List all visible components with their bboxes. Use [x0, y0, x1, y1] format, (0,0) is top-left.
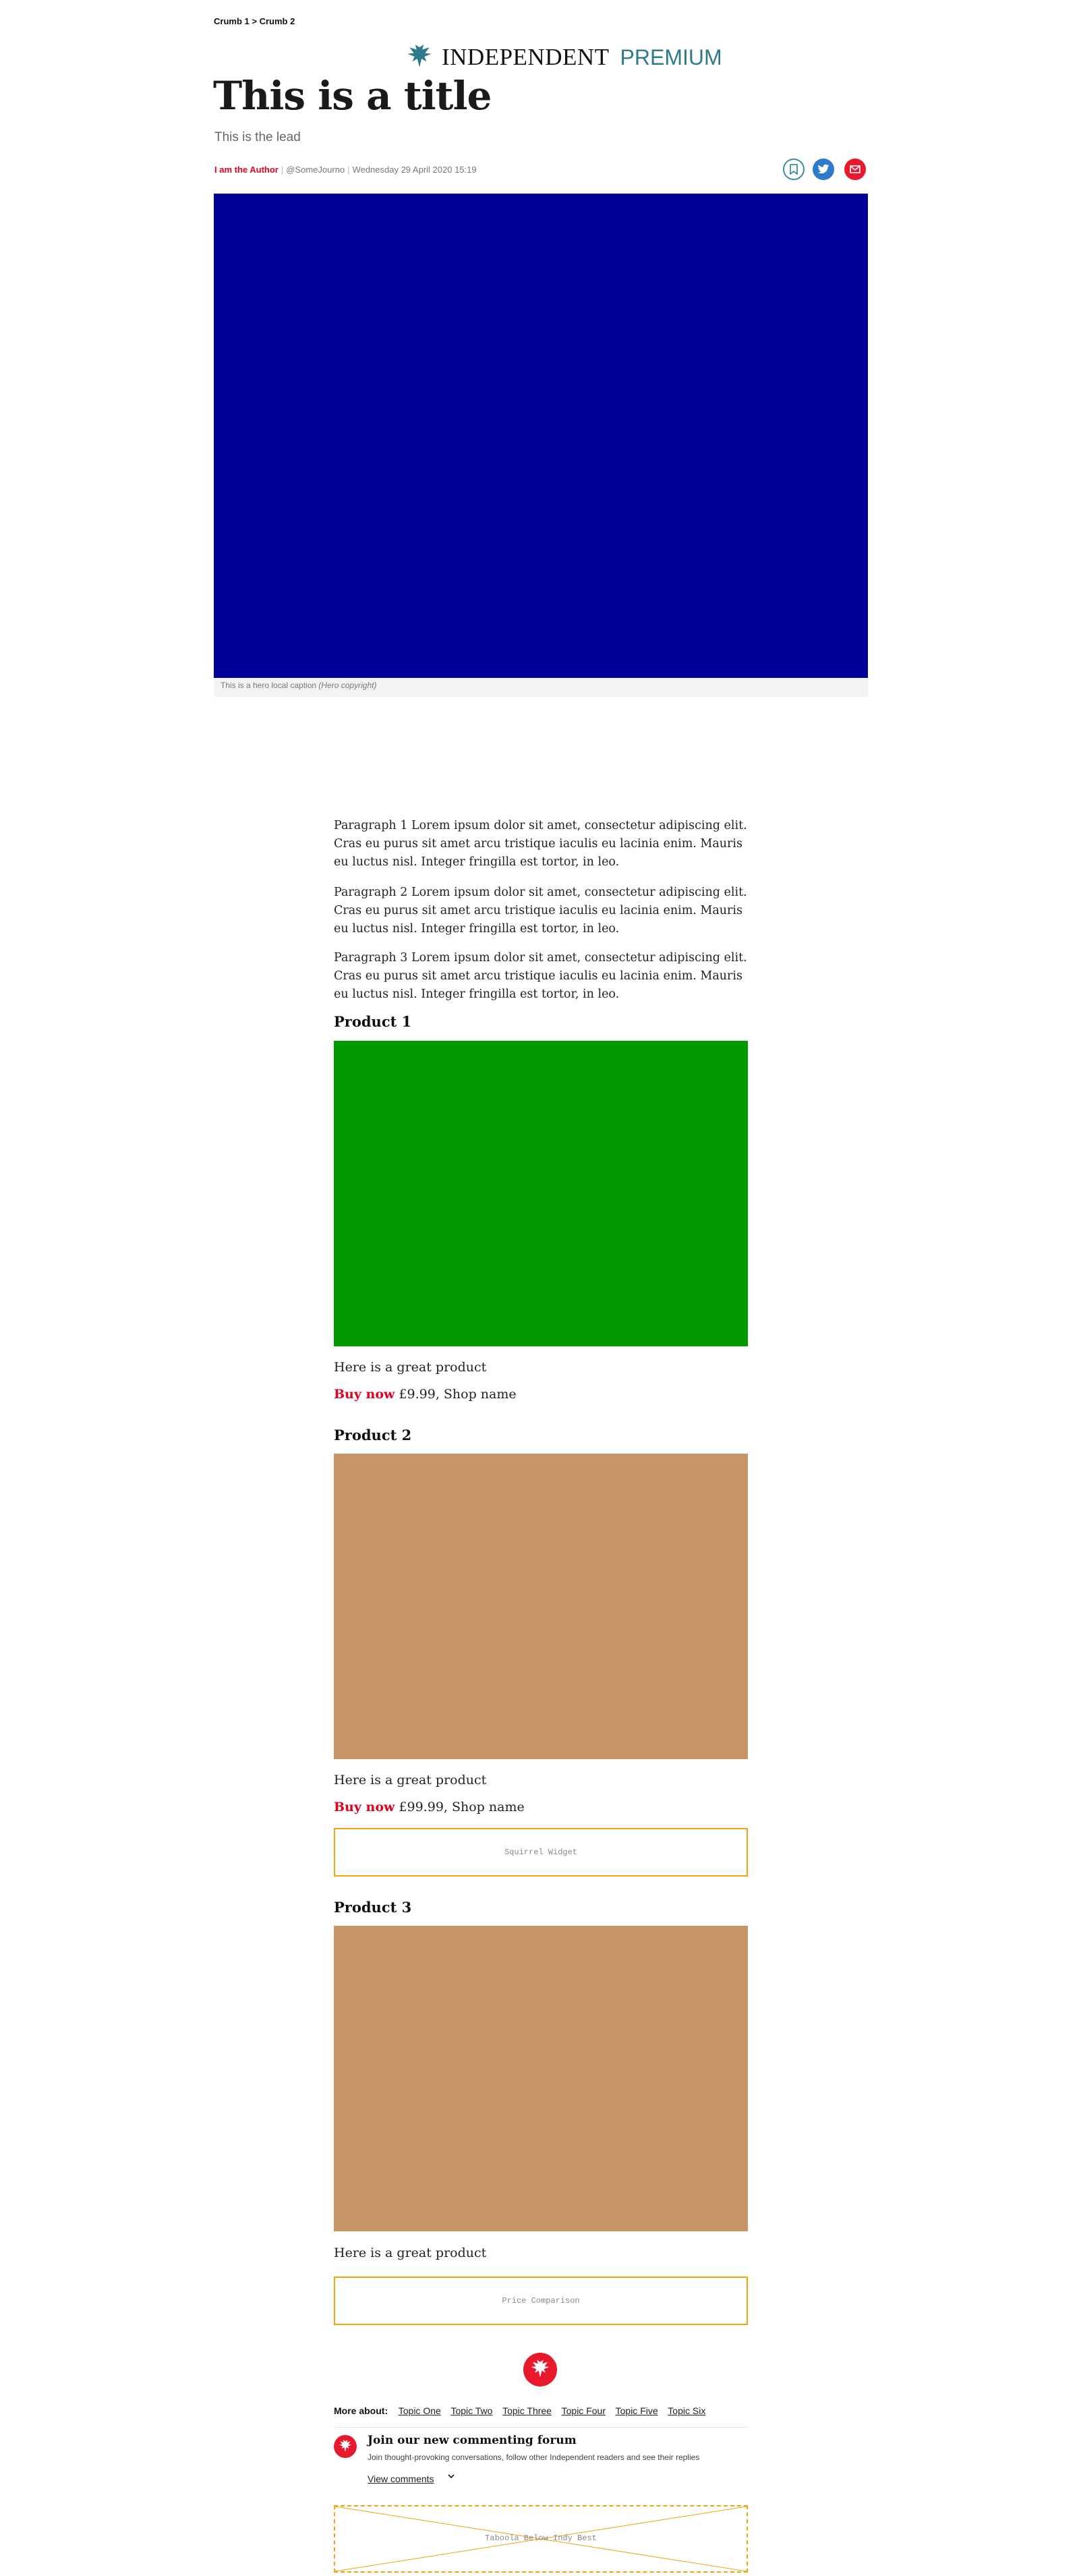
buy-now-link[interactable]: Buy now: [334, 1387, 395, 1402]
hero-caption: This is a hero local caption (Hero copyr…: [221, 681, 376, 690]
squirrel-widget[interactable]: Squirrel Widget: [334, 1828, 748, 1877]
bookmark-button[interactable]: [783, 159, 805, 180]
product-image[interactable]: [334, 1926, 748, 2231]
breadcrumb-separator: >: [249, 16, 260, 26]
buy-line: Buy now £99.99, Shop name: [334, 1800, 748, 1814]
product-description: Here is a great product: [334, 2245, 487, 2260]
topic-link[interactable]: Topic Four: [562, 2405, 606, 2416]
breadcrumb-crumb-2[interactable]: Crumb 2: [260, 16, 295, 26]
email-share-button[interactable]: [844, 159, 866, 180]
paragraph: Paragraph 2 Lorem ipsum dolor sit amet, …: [334, 886, 747, 936]
bookmark-icon: [790, 164, 798, 175]
comments-title: Join our new commenting forum: [368, 2434, 577, 2447]
product-image[interactable]: [334, 1454, 748, 1759]
topic-link[interactable]: Topic Three: [502, 2405, 552, 2416]
article-lead: This is the lead: [214, 130, 301, 144]
chevron-down-icon[interactable]: [447, 2472, 455, 2482]
divider: [334, 2427, 748, 2428]
footer-logo: [523, 2353, 557, 2386]
author-handle[interactable]: @SomeJourno: [286, 165, 345, 175]
product-price: £9.99, Shop name: [399, 1387, 517, 1402]
more-about-label: More about:: [334, 2405, 388, 2416]
topic-link[interactable]: Topic Two: [450, 2405, 492, 2416]
product-heading: Product 1: [334, 1013, 412, 1030]
author-link[interactable]: I am the Author: [214, 165, 279, 175]
comment-logo: [334, 2435, 357, 2458]
product-heading: Product 3: [334, 1899, 412, 1916]
logo-premium-text: PREMIUM: [620, 45, 722, 69]
taboola-label: Taboola Below Indy Best: [485, 2534, 597, 2543]
byline: I am the Author | @SomeJourno | Wednesday 29…: [214, 165, 477, 175]
more-about: More about: Topic One Topic Two Topic Th…: [334, 2405, 713, 2416]
buy-line: Buy now £9.99, Shop name: [334, 1387, 748, 1402]
topic-link[interactable]: Topic One: [399, 2405, 441, 2416]
product-description: Here is a great product: [334, 1360, 487, 1375]
hero-copyright: (Hero copyright): [318, 681, 377, 690]
product-description: Here is a great product: [334, 1773, 487, 1787]
byline-separator: |: [347, 165, 350, 175]
eagle-icon: [531, 2359, 550, 2378]
product-price: £99.99, Shop name: [399, 1800, 525, 1814]
eagle-icon: [339, 2440, 352, 2452]
hero-image: [214, 194, 868, 678]
masthead-logo[interactable]: INDEPENDENT PREMIUM: [405, 42, 722, 73]
breadcrumb-crumb-1[interactable]: Crumb 1: [214, 16, 250, 26]
byline-separator: |: [281, 165, 284, 175]
breadcrumb: Crumb 1 > Crumb 2: [214, 16, 295, 26]
price-comparison-widget[interactable]: Price Comparison: [334, 2277, 748, 2325]
twitter-icon: [817, 164, 829, 174]
logo-brand-text: INDEPENDENT: [442, 44, 610, 70]
buy-now-link[interactable]: Buy now: [334, 1800, 395, 1814]
product-image[interactable]: [334, 1041, 748, 1346]
twitter-share-button[interactable]: [813, 159, 834, 180]
product-heading: Product 2: [334, 1427, 412, 1443]
topic-link[interactable]: Topic Five: [616, 2405, 658, 2416]
hero-caption-text: This is a hero local caption: [221, 681, 317, 690]
page-title: This is a title: [213, 73, 492, 119]
eagle-icon: [407, 45, 432, 67]
comments-subtitle: Join thought-provoking conversations, fo…: [368, 2453, 700, 2462]
topic-link[interactable]: Topic Six: [668, 2405, 705, 2416]
publish-date: Wednesday 29 April 2020 15:19: [352, 165, 477, 175]
paragraph: Paragraph 1 Lorem ipsum dolor sit amet, …: [334, 819, 747, 869]
email-icon: [850, 165, 861, 173]
paragraph: Paragraph 3 Lorem ipsum dolor sit amet, …: [334, 951, 747, 1001]
view-comments-link[interactable]: View comments: [368, 2473, 434, 2484]
